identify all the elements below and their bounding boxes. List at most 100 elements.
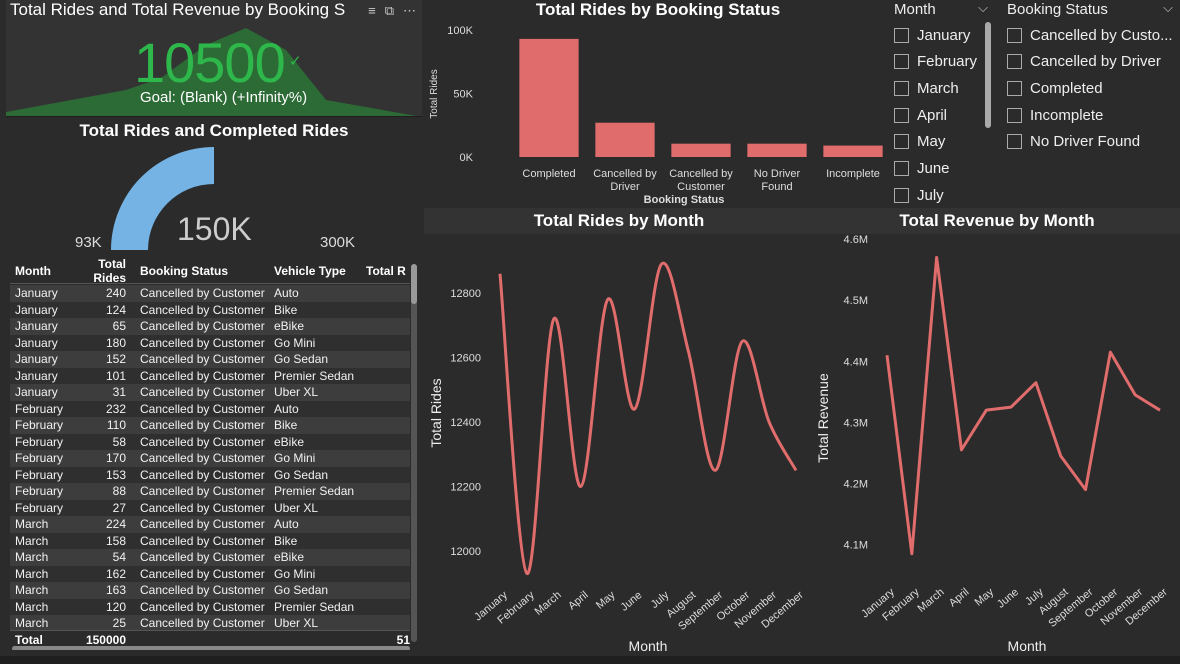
- col-vehicle-type[interactable]: Vehicle Type: [274, 264, 366, 278]
- booking-status-slicer[interactable]: Booking Status ⌵ Cancelled by Custo... Ca…: [1007, 0, 1173, 208]
- status-bar-chart-card[interactable]: Total Rides by Booking Status 0K 50K 100K T…: [424, 0, 892, 208]
- status-option[interactable]: Incomplete: [1007, 106, 1103, 124]
- revenue-by-month-card[interactable]: Total Revenue by Month 4.1M 4.2M 4.3M 4.4M 4…: [814, 208, 1180, 664]
- cell-total-rides: 152: [105, 352, 126, 367]
- focus-mode-icon[interactable]: ⧉: [385, 3, 394, 19]
- gauge-card[interactable]: Total Rides and Completed Rides 93K 150K…: [6, 117, 422, 257]
- kpi-card[interactable]: Total Rides and Total Revenue by Booking…: [6, 0, 422, 117]
- table-vertical-scrollbar[interactable]: [411, 264, 417, 642]
- checkbox[interactable]: [894, 54, 909, 70]
- gauge-max-label: 300K: [320, 234, 356, 251]
- col-booking-status[interactable]: Booking Status: [136, 264, 274, 278]
- bar: [595, 122, 655, 157]
- table-row[interactable]: February 153 Cancelled by Customer Go Sedan: [10, 466, 410, 483]
- chevron-down-icon[interactable]: ⌵: [978, 0, 988, 16]
- bar: [519, 38, 579, 157]
- table-row[interactable]: February 170 Cancelled by Customer Go Mini: [10, 450, 410, 467]
- month-option[interactable]: April: [894, 106, 947, 124]
- cell-booking-status: Cancelled by Customer: [140, 319, 265, 334]
- month-option-label: April: [917, 106, 948, 124]
- chevron-down-icon[interactable]: ⌵: [1163, 0, 1173, 16]
- status-option[interactable]: Cancelled by Driver: [1007, 53, 1161, 71]
- cell-total-rides: 88: [112, 484, 126, 499]
- month-slicer-scrollbar[interactable]: [985, 22, 991, 128]
- y-tick-label: 50K: [453, 89, 473, 101]
- cell-booking-status: Cancelled by Customer: [140, 352, 265, 367]
- y-tick-label: 4.4M: [844, 356, 868, 368]
- table-row[interactable]: March 54 Cancelled by Customer eBike: [10, 549, 410, 566]
- checkbox[interactable]: [1007, 134, 1022, 150]
- checkbox[interactable]: [1007, 80, 1022, 96]
- status-slicer-header[interactable]: Booking Status ⌵: [1007, 0, 1173, 19]
- table-row[interactable]: February 232 Cancelled by Customer Auto: [10, 400, 410, 417]
- status-slicer-label: Booking Status: [1007, 1, 1108, 18]
- month-option-label: May: [917, 133, 946, 151]
- table-row[interactable]: January 240 Cancelled by Customer Auto: [10, 285, 410, 302]
- table-row[interactable]: March 162 Cancelled by Customer Go Mini: [10, 565, 410, 582]
- cell-vehicle-type: eBike: [274, 319, 305, 334]
- table-row[interactable]: February 88 Cancelled by Customer Premier S…: [10, 483, 410, 500]
- col-total-revenue[interactable]: Total R: [366, 264, 410, 278]
- checkbox[interactable]: [894, 134, 909, 150]
- table-scroll-thumb[interactable]: [411, 264, 417, 304]
- checkbox[interactable]: [1007, 27, 1022, 43]
- y-tick-label: 12800: [450, 288, 481, 300]
- table-row[interactable]: March 120 Cancelled by Customer Premier Sed…: [10, 598, 410, 615]
- cell-month: March: [15, 583, 49, 598]
- cell-booking-status: Cancelled by Customer: [140, 616, 265, 631]
- checkbox[interactable]: [894, 107, 909, 123]
- month-slicer-header[interactable]: Month ⌵: [894, 0, 988, 19]
- rides-table[interactable]: Month Total Rides Booking Status Vehicle…: [10, 258, 420, 650]
- table-row[interactable]: January 101 Cancelled by Customer Premier S…: [10, 367, 410, 384]
- cell-month: January: [15, 319, 58, 334]
- status-option[interactable]: Cancelled by Custo...: [1007, 26, 1173, 44]
- x-tick-label: Incomplete: [826, 168, 880, 180]
- table-row[interactable]: March 163 Cancelled by Customer Go Sedan: [10, 582, 410, 599]
- cell-total-rides: 25: [112, 616, 126, 631]
- checkbox[interactable]: [894, 161, 909, 176]
- checkbox[interactable]: [894, 27, 909, 43]
- cell-month: January: [15, 385, 58, 400]
- table-row[interactable]: February 27 Cancelled by Customer Uber XL: [10, 499, 410, 516]
- cell-vehicle-type: Auto: [274, 286, 299, 301]
- cell-month: March: [15, 533, 49, 548]
- table-row[interactable]: January 31 Cancelled by Customer Uber XL: [10, 384, 410, 401]
- table-row[interactable]: January 124 Cancelled by Customer Bike: [10, 301, 410, 318]
- table-row[interactable]: February 110 Cancelled by Customer Bike: [10, 417, 410, 434]
- checkbox[interactable]: [1007, 107, 1022, 123]
- checkbox[interactable]: [894, 187, 909, 203]
- col-month[interactable]: Month: [10, 264, 70, 278]
- cell-total-rides: 240: [105, 286, 126, 301]
- col-total-rides[interactable]: Total Rides: [70, 258, 136, 285]
- table-row[interactable]: January 180 Cancelled by Customer Go Mini: [10, 334, 410, 351]
- filter-icon[interactable]: ≡: [368, 3, 376, 19]
- checkbox[interactable]: [1007, 54, 1022, 70]
- month-option-label: January: [917, 26, 971, 44]
- table-row[interactable]: February 58 Cancelled by Customer eBike: [10, 433, 410, 450]
- cell-month: February: [15, 484, 64, 499]
- table-horizontal-scrollbar[interactable]: [12, 646, 410, 650]
- cell-booking-status: Cancelled by Customer: [140, 302, 265, 317]
- status-option[interactable]: No Driver Found: [1007, 133, 1140, 151]
- y-axis-label: Total Revenue: [815, 373, 831, 463]
- table-row[interactable]: January 65 Cancelled by Customer eBike: [10, 318, 410, 335]
- rides-by-month-card[interactable]: Total Rides by Month 12000 12200 12400 1260…: [424, 208, 814, 664]
- y-tick-label: 12600: [450, 353, 481, 365]
- month-option[interactable]: March: [894, 79, 959, 97]
- month-option[interactable]: January: [894, 26, 970, 44]
- cell-total-rides: 170: [105, 451, 126, 466]
- table-row[interactable]: January 152 Cancelled by Customer Go Sedan: [10, 351, 410, 368]
- table-row[interactable]: March 158 Cancelled by Customer Bike: [10, 532, 410, 549]
- month-option[interactable]: June: [894, 160, 950, 178]
- status-option[interactable]: Completed: [1007, 79, 1103, 97]
- month-option[interactable]: February: [894, 53, 977, 71]
- checkbox[interactable]: [894, 80, 909, 96]
- more-options-icon[interactable]: ⋯: [403, 3, 416, 19]
- table-row[interactable]: March 224 Cancelled by Customer Auto: [10, 516, 410, 533]
- cell-vehicle-type: Go Mini: [274, 566, 316, 581]
- month-option[interactable]: May: [894, 133, 945, 151]
- month-slicer[interactable]: Month ⌵ January February March April May June…: [894, 0, 991, 208]
- month-option[interactable]: July: [894, 186, 944, 204]
- month-slicer-label: Month: [894, 1, 936, 18]
- cell-month: January: [15, 335, 58, 350]
